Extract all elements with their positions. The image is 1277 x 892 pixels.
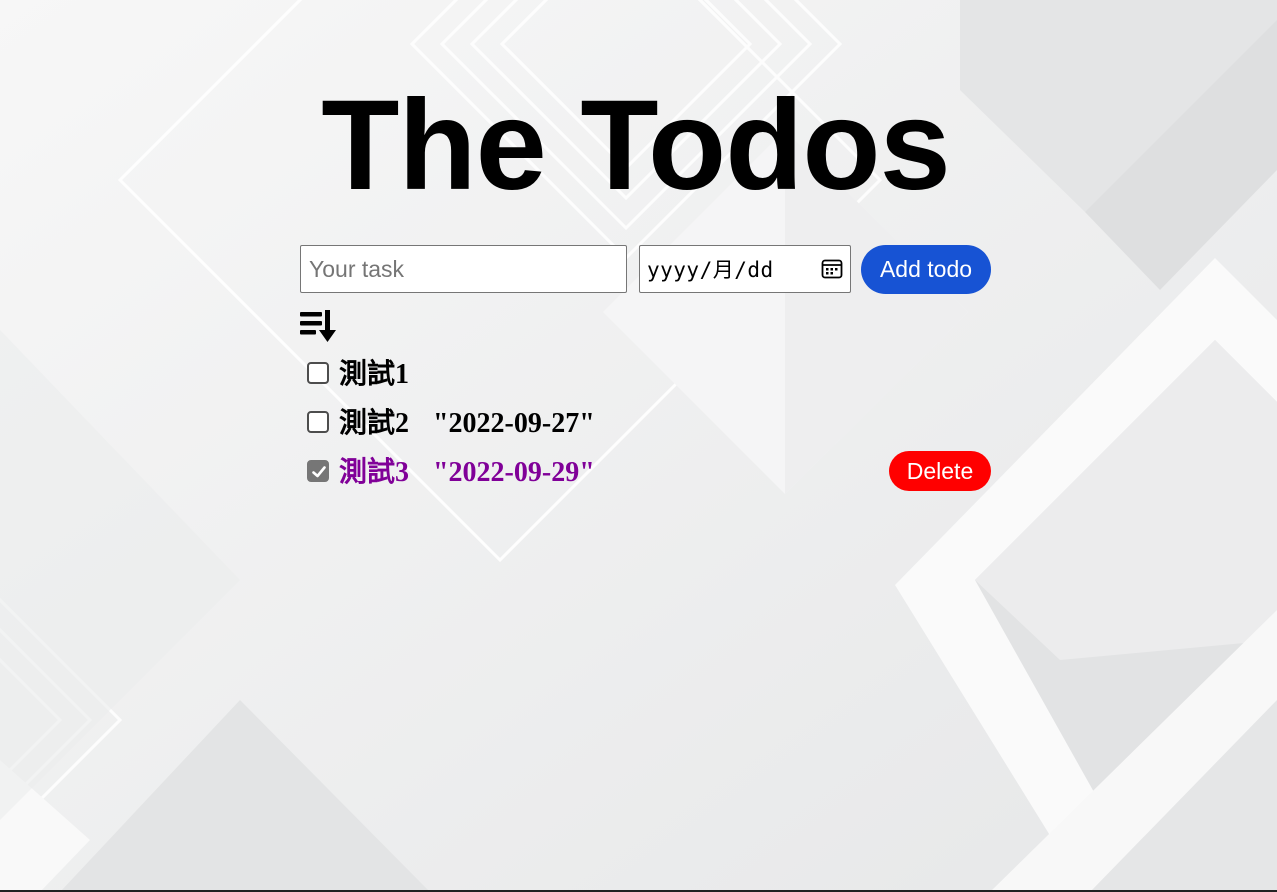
todo-list: 測試1 測試2 "2022-09-27" 測試3 "2022-09-29" Dele… xyxy=(300,355,991,502)
todo-item: 測試2 "2022-09-27" xyxy=(300,404,991,453)
delete-button[interactable]: Delete xyxy=(889,451,991,491)
sort-descending-icon xyxy=(300,310,336,342)
todo-item: 測試3 "2022-09-29" Delete xyxy=(300,451,991,502)
date-input[interactable]: yyyy/月/dd xyxy=(639,245,851,293)
task-input[interactable] xyxy=(300,245,627,293)
todo-checkbox[interactable] xyxy=(307,460,329,482)
calendar-icon[interactable] xyxy=(821,258,843,280)
todo-title: 測試3 xyxy=(339,457,410,488)
todo-title: 測試1 xyxy=(339,359,410,390)
sort-button[interactable] xyxy=(300,309,340,343)
todo-date: "2022-09-29" xyxy=(433,457,595,488)
todo-title: 測試2 xyxy=(339,408,410,439)
page-title: The Todos xyxy=(321,74,951,217)
todo-checkbox[interactable] xyxy=(307,362,329,384)
todo-text: 測試2 "2022-09-27" xyxy=(339,407,595,441)
todo-text: 測試3 "2022-09-29" xyxy=(339,456,595,490)
checkmark-icon xyxy=(312,466,326,478)
date-placeholder: yyyy/月/dd xyxy=(647,258,774,282)
todo-item: 測試1 xyxy=(300,355,991,404)
todo-checkbox[interactable] xyxy=(307,411,329,433)
add-todo-button[interactable]: Add todo xyxy=(861,245,991,294)
todo-date: "2022-09-27" xyxy=(433,408,595,439)
todo-text: 測試1 xyxy=(339,358,409,392)
